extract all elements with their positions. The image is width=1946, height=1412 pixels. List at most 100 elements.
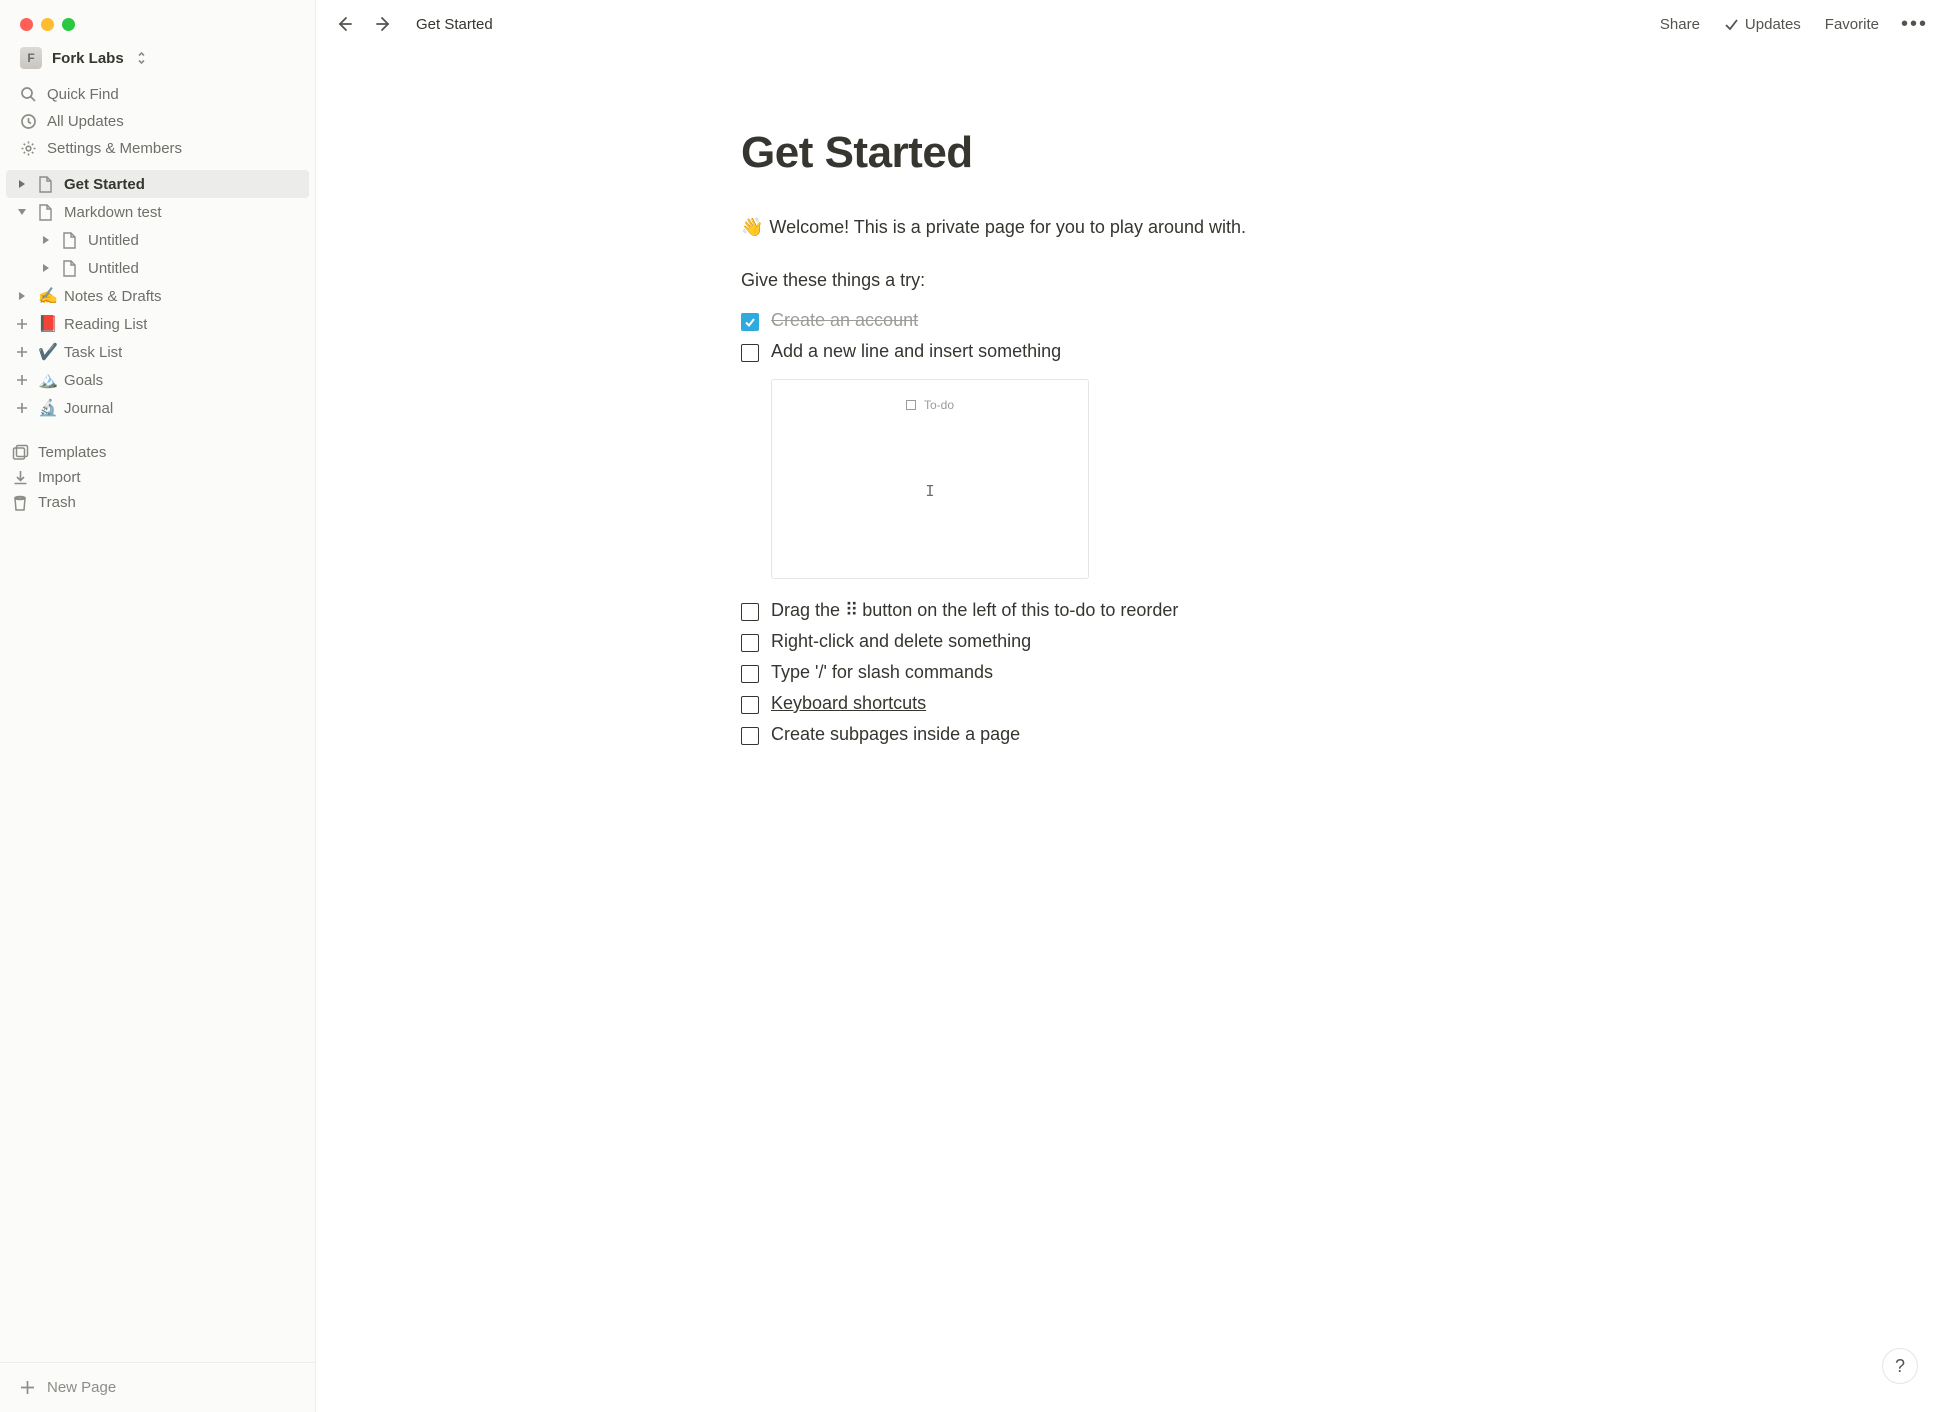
embed-todo-label: To-do [924,398,954,412]
page-icon [38,176,58,193]
tree-item-reading-list[interactable]: 📕 Reading List [6,310,309,338]
all-updates-label: All Updates [47,113,124,130]
window-controls [0,0,315,41]
settings-label: Settings & Members [47,140,182,157]
chevron-right-icon[interactable] [36,230,56,250]
page-tree: Get Started Markdown test [0,166,315,1362]
plus-icon[interactable] [12,314,32,334]
unchecked-checkbox[interactable] [741,665,759,683]
unchecked-checkbox[interactable] [741,603,759,621]
writing-hand-icon: ✍️ [38,286,58,306]
todo-embed[interactable]: To-do I [771,379,1089,579]
more-menu-button[interactable]: ••• [1897,13,1932,36]
unchecked-checkbox[interactable] [741,696,759,714]
books-icon: 📕 [38,314,58,334]
tree-label: Untitled [88,260,139,277]
keyboard-shortcuts-link[interactable]: Keyboard shortcuts [771,693,926,713]
tree-label: Notes & Drafts [64,288,162,305]
favorite-button[interactable]: Favorite [1819,12,1885,37]
quick-find-button[interactable]: Quick Find [8,81,307,108]
zoom-window-button[interactable] [62,18,75,31]
help-button[interactable]: ? [1882,1348,1918,1384]
import-label: Import [38,469,81,486]
todo-text: Create subpages inside a page [771,724,1020,745]
embed-todo-row: To-do [906,398,954,412]
workspace-name: Fork Labs [52,50,124,67]
settings-members-button[interactable]: Settings & Members [8,135,307,162]
breadcrumb[interactable]: Get Started [410,12,499,37]
tree-item-task-list[interactable]: ✔️ Task List [6,338,309,366]
checked-checkbox[interactable] [741,313,759,331]
minimize-window-button[interactable] [41,18,54,31]
forward-button[interactable] [370,10,398,38]
tree-label: Untitled [88,232,139,249]
plus-icon[interactable] [12,370,32,390]
mini-checkbox-icon [906,400,916,410]
try-prompt[interactable]: Give these things a try: [741,270,1445,291]
close-window-button[interactable] [20,18,33,31]
new-page-label: New Page [47,1379,116,1396]
chevron-right-icon[interactable] [12,286,32,306]
todo-text: Keyboard shortcuts [771,693,926,714]
updates-button[interactable]: Updates [1718,12,1807,37]
tree-item-journal[interactable]: 🔬 Journal [6,394,309,422]
sidebar: F Fork Labs Quick Find [0,0,316,1412]
templates-label: Templates [38,444,106,461]
mountain-icon: 🏔️ [38,370,58,390]
workspace-switcher[interactable]: F Fork Labs [0,41,315,77]
plus-icon[interactable] [12,342,32,362]
main-area: Get Started Share Updates Favorite ••• G… [316,0,1946,1412]
unchecked-checkbox[interactable] [741,344,759,362]
tree-label: Markdown test [64,204,162,221]
todo-right-click[interactable]: Right-click and delete something [741,626,1445,657]
tree-label: Task List [64,344,122,361]
new-page-button[interactable]: New Page [8,1373,307,1402]
all-updates-button[interactable]: All Updates [8,108,307,135]
updown-chevron-icon [136,51,147,65]
todo-text: Create an account [771,310,918,331]
tree-label: Reading List [64,316,147,333]
text-caret-icon: I [925,482,934,500]
tree-item-get-started[interactable]: Get Started [6,170,309,198]
plus-icon [20,1380,35,1395]
trash-icon [12,494,32,511]
tree-label: Get Started [64,176,145,193]
unchecked-checkbox[interactable] [741,634,759,652]
tree-item-goals[interactable]: 🏔️ Goals [6,366,309,394]
back-button[interactable] [330,10,358,38]
todo-subpages[interactable]: Create subpages inside a page [741,719,1445,750]
todo-text: Right-click and delete something [771,631,1031,652]
trash-label: Trash [38,494,76,511]
tree-item-notes-drafts[interactable]: ✍️ Notes & Drafts [6,282,309,310]
check-icon: ✔️ [38,342,58,362]
share-button[interactable]: Share [1654,12,1706,37]
plus-icon[interactable] [12,398,32,418]
todo-create-account[interactable]: Create an account [741,305,1445,336]
welcome-text[interactable]: 👋Welcome! This is a private page for you… [741,214,1445,242]
todo-text: Drag the ⠿ button on the left of this to… [771,600,1178,621]
todo-add-line[interactable]: Add a new line and insert something [741,336,1445,367]
page-title[interactable]: Get Started [741,128,1445,178]
check-icon [1724,17,1739,32]
topbar: Get Started Share Updates Favorite ••• [316,0,1946,48]
tree-item-markdown-test[interactable]: Markdown test [6,198,309,226]
chevron-right-icon[interactable] [36,258,56,278]
unchecked-checkbox[interactable] [741,727,759,745]
import-button[interactable]: Import [6,465,309,490]
chevron-right-icon[interactable] [12,174,32,194]
todo-shortcuts[interactable]: Keyboard shortcuts [741,688,1445,719]
todo-slash[interactable]: Type '/' for slash commands [741,657,1445,688]
templates-button[interactable]: Templates [6,440,309,465]
microscope-icon: 🔬 [38,398,58,418]
tree-label: Journal [64,400,113,417]
tree-item-untitled-1[interactable]: Untitled [6,226,309,254]
page-icon [38,204,58,221]
download-icon [12,469,32,486]
chevron-down-icon[interactable] [12,202,32,222]
trash-button[interactable]: Trash [6,490,309,515]
todo-drag[interactable]: Drag the ⠿ button on the left of this to… [741,595,1445,626]
gear-icon [20,140,37,157]
tree-item-untitled-2[interactable]: Untitled [6,254,309,282]
todo-text: Add a new line and insert something [771,341,1061,362]
tree-label: Goals [64,372,103,389]
